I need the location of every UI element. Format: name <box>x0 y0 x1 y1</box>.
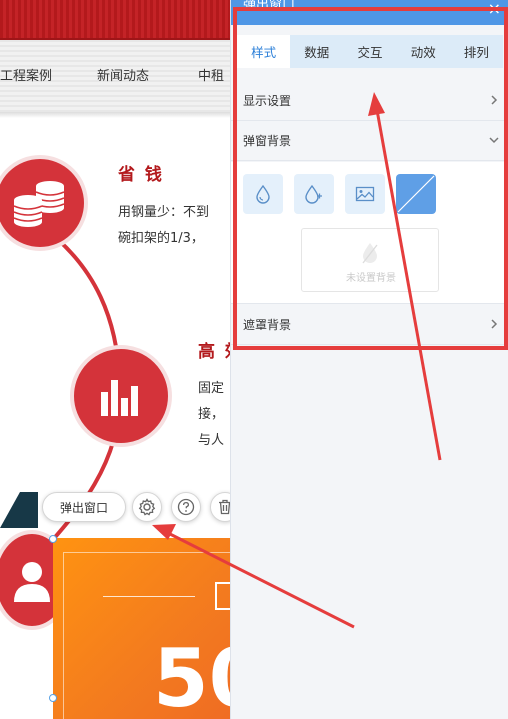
question-icon <box>177 498 195 516</box>
person-icon <box>14 562 50 602</box>
gear-icon <box>138 498 156 516</box>
feature-text-line: 与人 <box>198 433 225 448</box>
annotation-highlight-box <box>233 7 508 350</box>
feature-text-line: 接， <box>198 407 225 422</box>
coins-icon <box>13 181 65 227</box>
popup-trigger-card[interactable]: 50 <box>53 538 264 719</box>
popup-window-button[interactable]: 弹出窗口 <box>42 492 126 522</box>
feature-text-line: 碗扣架的1/3， <box>118 231 204 246</box>
feature-icon-chart <box>70 345 172 447</box>
card-line <box>103 596 195 597</box>
feature-text-save: 用钢量少：不到 碗扣架的1/3， <box>118 200 209 252</box>
dark-decoration <box>0 492 38 528</box>
settings-button[interactable] <box>132 492 162 522</box>
feature-text-line: 用钢量少：不到 <box>118 205 210 220</box>
feature-text-line: 固定 <box>198 381 225 396</box>
feature-text-efficient: 固定 接， 与人 <box>198 376 224 454</box>
resize-handle[interactable] <box>49 535 57 543</box>
help-button[interactable] <box>171 492 201 522</box>
bar-chart-icon <box>101 380 138 416</box>
screen: 工程案例 新闻动态 中租 省 钱 用钢量少：不到 碗扣架的1/3， 高 效 固定… <box>0 0 508 719</box>
resize-handle[interactable] <box>49 694 57 702</box>
feature-title-save: 省 钱 <box>118 165 164 185</box>
